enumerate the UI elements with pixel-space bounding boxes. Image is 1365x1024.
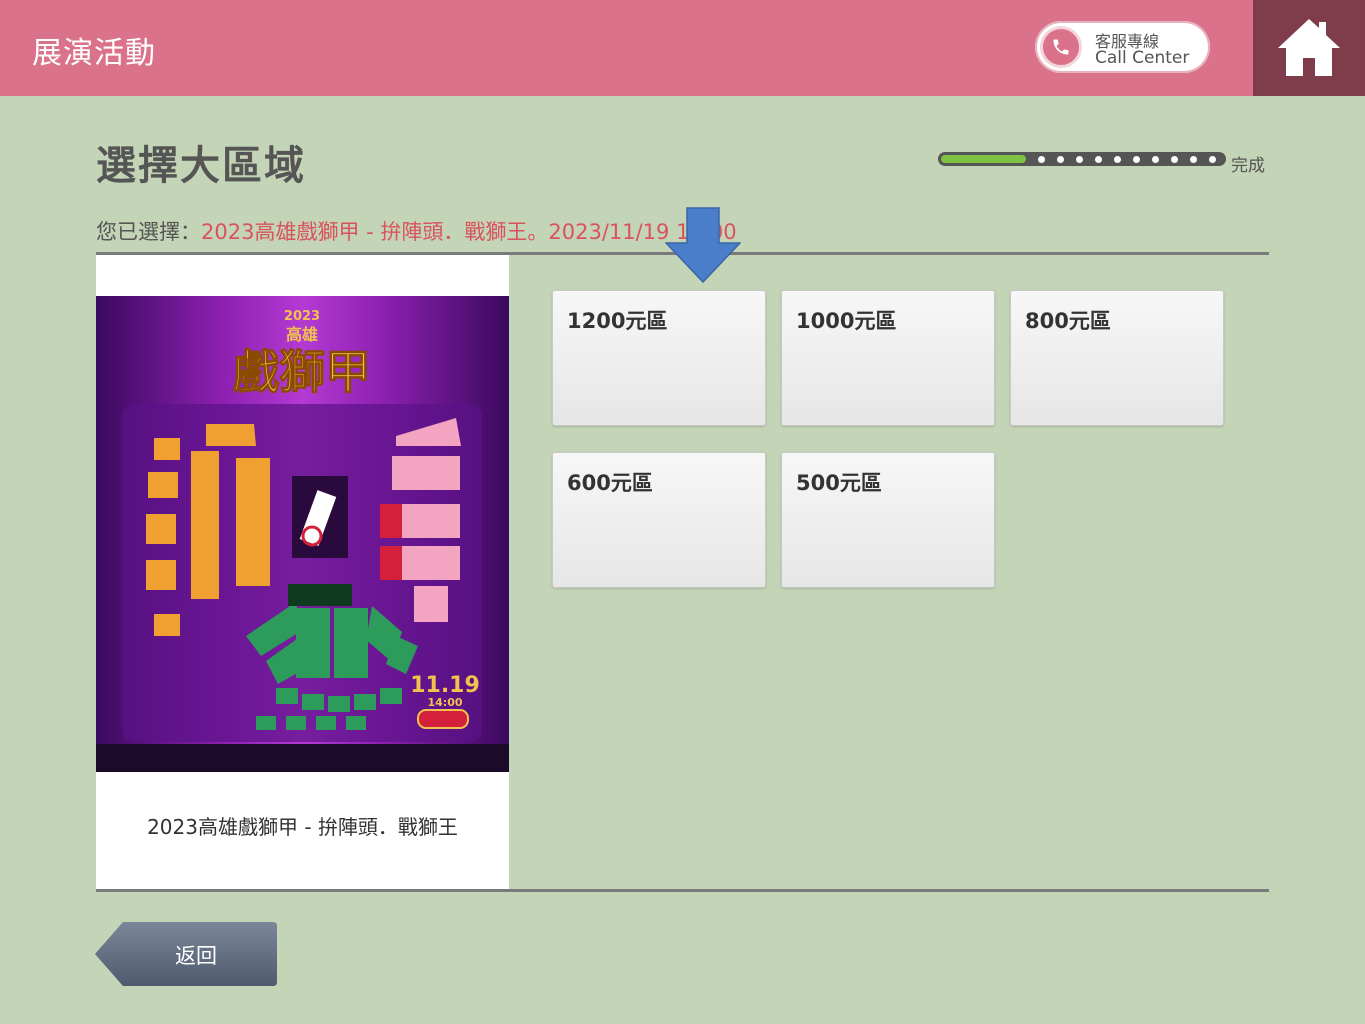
event-card: 2023 高雄 戲獅甲 11.19 14:00 2023高雄戲獅甲 - 拚陣頭．… [96,255,509,889]
phone-icon [1040,26,1082,68]
selection-value: 2023高雄戲獅甲 - 拚陣頭．戰獅王。2023/11/19 14:00 [201,220,737,244]
home-icon [1278,19,1340,76]
zone-button-500[interactable]: 500元區 [781,452,995,588]
progress-fill [941,155,1026,163]
poster-city: 高雄 [286,325,318,344]
call-center-button[interactable]: 客服專線 Call Center [1035,21,1210,73]
poster-time: 14:00 [427,696,462,709]
call-center-label-en: Call Center [1095,48,1190,68]
top-bar: 展演活動 客服專線 Call Center [0,0,1253,96]
zone-button-1200[interactable]: 1200元區 [552,290,766,426]
poster-year: 2023 [284,309,320,324]
progress-label: 完成 [1231,156,1265,176]
event-name: 2023高雄戲獅甲 - 拚陣頭．戰獅王 [147,815,458,839]
zone-button-1000[interactable]: 1000元區 [781,290,995,426]
page-title: 選擇大區域 [96,143,306,189]
zone-label: 800元區 [1025,309,1111,333]
zone-label: 1000元區 [796,309,897,333]
back-label: 返回 [175,944,217,968]
zone-button-800[interactable]: 800元區 [1010,290,1224,426]
back-button[interactable]: 返回 [95,922,277,986]
poster-title: 戲獅甲 [233,345,371,399]
zone-label: 1200元區 [567,309,668,333]
event-poster: 2023 高雄 戲獅甲 11.19 14:00 [96,296,509,772]
poster-date: 11.19 [410,673,480,698]
progress-bar [938,152,1226,166]
zone-label: 600元區 [567,471,653,495]
progress-steps [1038,156,1216,163]
zone-button-600[interactable]: 600元區 [552,452,766,588]
home-button[interactable] [1253,0,1365,96]
arrow-down-icon [665,207,741,283]
app-title: 展演活動 [32,36,156,71]
divider [96,889,1269,892]
selection-label: 您已選擇： [96,220,201,244]
selection-summary: 您已選擇：2023高雄戲獅甲 - 拚陣頭．戰獅王。2023/11/19 14:0… [96,216,737,246]
zone-label: 500元區 [796,471,882,495]
